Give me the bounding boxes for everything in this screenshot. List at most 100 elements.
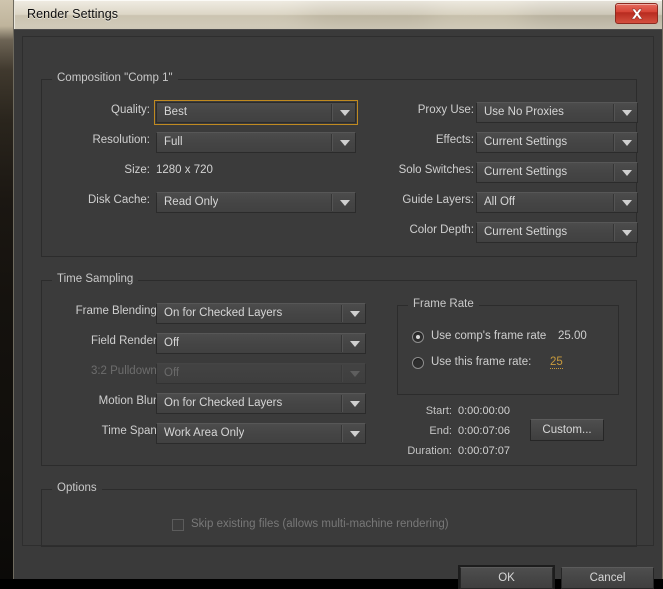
size-value: 1280 x 720 [156,164,213,176]
chevron-down-icon [622,140,632,146]
use-this-frame-rate-label: Use this frame rate: [431,356,532,368]
color-depth-row: Color Depth: Current Settings [372,222,638,243]
quality-row: Quality: Best [42,100,362,125]
chevron-down-icon [622,200,632,206]
quality-label: Quality: [111,104,150,116]
dropdown-separator [613,224,615,241]
dropdown-separator [331,104,333,121]
guide-layers-value: All Off [484,196,516,208]
guide-layers-row: Guide Layers: All Off [372,192,638,213]
close-icon [631,8,643,20]
comp-frame-rate-value: 25.00 [558,330,587,342]
field-render-label: Field Render: [90,335,160,347]
solo-switches-dropdown[interactable]: Current Settings [476,162,638,183]
solo-switches-row: Solo Switches: Current Settings [372,162,638,183]
start-value: 0:00:00:00 [458,405,510,417]
ok-button[interactable]: OK [460,567,553,589]
dropdown-separator [341,425,343,442]
frame-blending-row: Frame Blending: On for Checked Layers [42,303,372,324]
radio-indicator [412,357,424,369]
chevron-down-icon [340,110,350,116]
field-render-value: Off [164,337,180,349]
proxy-use-value: Use No Proxies [484,106,564,118]
motion-blur-value: On for Checked Layers [164,397,283,409]
end-label: End: [429,425,452,437]
dropdown-separator [341,365,343,382]
custom-frame-rate-input[interactable]: 25 [550,356,563,369]
effects-dropdown[interactable]: Current Settings [476,132,638,153]
dropdown-separator [341,335,343,352]
time-span-value: Work Area Only [164,427,245,439]
chevron-down-icon [622,110,632,116]
disk-cache-dropdown[interactable]: Read Only [156,192,356,213]
dropdown-separator [613,164,615,181]
composition-group: Composition "Comp 1" Quality: Best Resol… [41,72,638,257]
frame-rate-group-title: Frame Rate [408,298,479,310]
time-span-row: Time Span: Work Area Only [42,423,372,444]
solo-switches-label: Solo Switches: [398,164,474,176]
use-comp-frame-rate-label: Use comp's frame rate [431,330,547,342]
effects-row: Effects: Current Settings [372,132,638,153]
custom-time-span-button[interactable]: Custom... [530,419,604,441]
chevron-down-icon [350,371,360,377]
color-depth-dropdown[interactable]: Current Settings [476,222,638,243]
chevron-down-icon [350,341,360,347]
time-sampling-group-title: Time Sampling [52,273,139,285]
motion-blur-label: Motion Blur: [98,395,160,407]
pulldown-value: Off [164,367,180,379]
options-group: Options Skip existing files (allows mult… [41,482,637,547]
chevron-down-icon [622,170,632,176]
chevron-down-icon [340,200,350,206]
chevron-down-icon [622,230,632,236]
dialog-body: Composition "Comp 1" Quality: Best Resol… [14,29,662,589]
frame-blending-value: On for Checked Layers [164,307,283,319]
resolution-value: Full [164,136,183,148]
chevron-down-icon [340,140,350,146]
motion-blur-row: Motion Blur: On for Checked Layers [42,393,372,414]
pulldown-label: 3:2 Pulldown: [90,365,160,377]
solo-switches-value: Current Settings [484,166,568,178]
guide-layers-dropdown[interactable]: All Off [476,192,638,213]
dropdown-separator [613,104,615,121]
field-render-dropdown[interactable]: Off [156,333,366,354]
motion-blur-dropdown[interactable]: On for Checked Layers [156,393,366,414]
cancel-button[interactable]: Cancel [561,567,654,589]
end-value: 0:00:07:06 [458,425,510,437]
resolution-dropdown[interactable]: Full [156,132,356,153]
proxy-use-dropdown[interactable]: Use No Proxies [476,102,638,123]
time-span-dropdown[interactable]: Work Area Only [156,423,366,444]
dropdown-separator [331,134,333,151]
quality-dropdown[interactable]: Best [154,100,358,125]
skip-existing-files-checkbox [172,519,184,531]
effects-label: Effects: [435,134,474,146]
pulldown-row: 3:2 Pulldown: Off [42,363,372,384]
frame-blending-dropdown[interactable]: On for Checked Layers [156,303,366,324]
pulldown-dropdown: Off [156,363,366,384]
disk-cache-value: Read Only [164,196,219,208]
dropdown-separator [341,305,343,322]
dropdown-separator [613,194,615,211]
options-group-title: Options [52,482,102,494]
disk-cache-row: Disk Cache: Read Only [42,192,362,213]
resolution-row: Resolution: Full [42,132,362,153]
color-depth-label: Color Depth: [409,224,474,236]
duration-value: 0:00:07:07 [458,445,510,457]
chevron-down-icon [350,311,360,317]
guide-layers-label: Guide Layers: [402,194,474,206]
radio-indicator [412,331,424,343]
proxy-use-row: Proxy Use: Use No Proxies [372,102,638,123]
dropdown-separator [331,194,333,211]
color-depth-value: Current Settings [484,226,568,238]
title-bar[interactable]: Render Settings [14,0,662,29]
time-span-label: Time Span: [101,425,160,437]
duration-label: Duration: [407,445,452,457]
close-button[interactable] [615,3,658,24]
dropdown-separator [341,395,343,412]
field-render-row: Field Render: Off [42,333,372,354]
disk-cache-label: Disk Cache: [88,194,150,206]
skip-existing-files-label: Skip existing files (allows multi-machin… [191,518,449,530]
size-row: Size: 1280 x 720 [42,162,362,183]
proxy-use-label: Proxy Use: [417,104,474,116]
time-sampling-group: Time Sampling Frame Blending: On for Che… [41,273,637,466]
dropdown-separator [613,134,615,151]
